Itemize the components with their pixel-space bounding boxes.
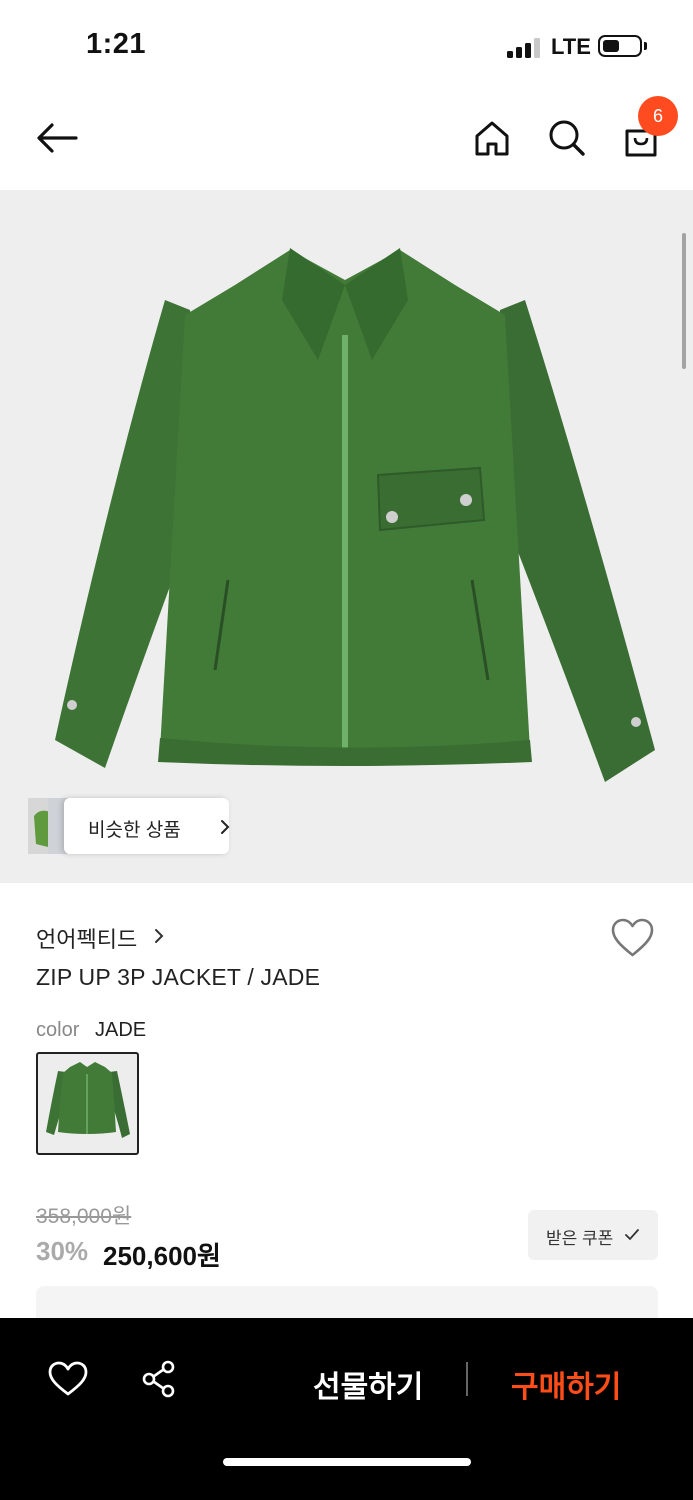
status-time: 1:21 xyxy=(86,28,147,60)
chevron-right-icon xyxy=(155,929,164,943)
check-icon xyxy=(625,1229,639,1241)
color-value: JADE xyxy=(95,1019,147,1041)
color-label: color xyxy=(36,1019,80,1041)
signal-icon xyxy=(507,38,541,58)
battery-icon xyxy=(598,35,642,57)
heart-icon[interactable] xyxy=(610,917,655,959)
home-button[interactable] xyxy=(470,116,514,160)
product-image[interactable] xyxy=(0,190,693,883)
scroll-indicator xyxy=(682,233,686,369)
coupon-label: 받은 쿠폰 xyxy=(546,1229,614,1248)
sale-price: 250,600원 xyxy=(103,1241,221,1271)
share-icon[interactable] xyxy=(140,1359,178,1399)
discount-rate: 30% xyxy=(36,1236,89,1266)
search-icon xyxy=(549,120,585,156)
original-price: 358,000원 xyxy=(36,1205,132,1228)
divider xyxy=(466,1362,468,1396)
cart-count-badge: 6 xyxy=(638,96,678,136)
network-type: LTE xyxy=(551,34,591,59)
back-button[interactable] xyxy=(32,116,82,160)
buy-button[interactable]: 구매하기 xyxy=(511,1362,621,1406)
battery-cap xyxy=(644,42,647,50)
color-option-jade[interactable] xyxy=(36,1052,139,1155)
home-indicator xyxy=(223,1458,471,1466)
home-icon xyxy=(475,121,509,156)
bottom-action-bar: 선물하기 구매하기 xyxy=(0,1318,693,1500)
gift-button[interactable]: 선물하기 xyxy=(313,1362,423,1406)
brand-link[interactable]: 언어펙티드 xyxy=(36,922,137,954)
similar-products[interactable]: 비슷한 상품 xyxy=(28,798,230,854)
similar-thumbnail xyxy=(28,798,68,854)
arrow-left-icon xyxy=(37,123,78,153)
coupon-button[interactable]: 받은 쿠폰 xyxy=(528,1210,658,1260)
status-bar: 1:21 LTE xyxy=(0,0,693,90)
jacket-thumbnail xyxy=(46,1062,130,1138)
similar-products-button[interactable]: 비슷한 상품 xyxy=(64,798,230,854)
jacket-image xyxy=(55,248,655,782)
chevron-right-icon xyxy=(221,820,230,834)
product-name: ZIP UP 3P JACKET / JADE xyxy=(36,964,321,990)
top-nav xyxy=(0,90,693,190)
search-button[interactable] xyxy=(545,116,589,160)
similar-products-label: 비슷한 상품 xyxy=(88,820,181,841)
heart-icon[interactable] xyxy=(47,1360,89,1398)
